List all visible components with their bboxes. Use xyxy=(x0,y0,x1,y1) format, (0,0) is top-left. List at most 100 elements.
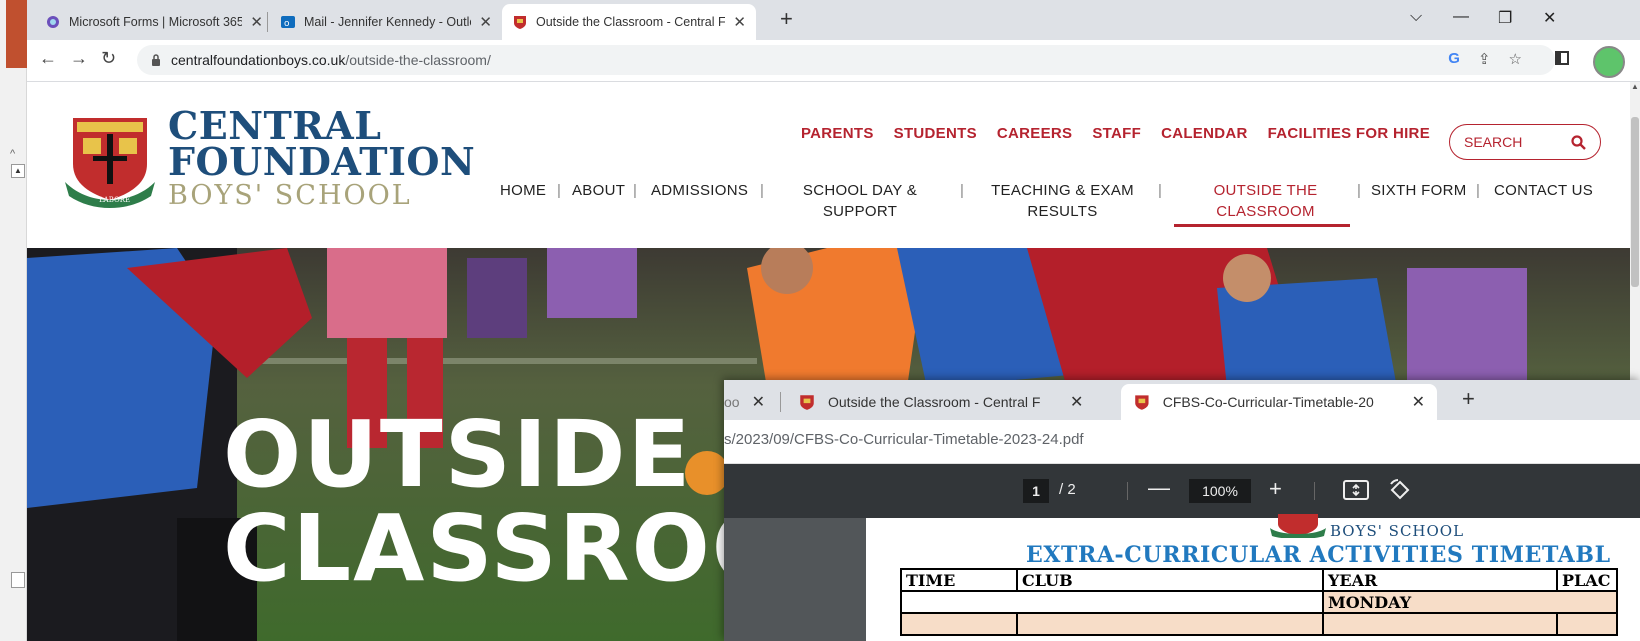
svg-text:LABORE: LABORE xyxy=(99,196,130,204)
nav-calendar[interactable]: CALENDAR xyxy=(1161,125,1248,142)
nav-contact-us[interactable]: CONTACT US xyxy=(1494,180,1593,201)
background-app-strip: ^ ▲ xyxy=(0,0,27,641)
school-crest-logo[interactable]: LABORE xyxy=(63,110,157,210)
nav-line: SUPPORT xyxy=(822,203,898,220)
table-cell xyxy=(1016,612,1324,636)
close-icon[interactable]: ✕ xyxy=(479,13,492,31)
pdf-heading: EXTRA-CURRICULAR ACTIVITIES TIMETABL xyxy=(1026,542,1611,568)
tab-partial[interactable]: oo ✕ xyxy=(724,384,776,420)
outlook-icon: o xyxy=(281,16,295,29)
day-spacer xyxy=(900,590,1323,614)
pdf-page: BOYS' SCHOOL EXTRA-CURRICULAR ACTIVITIES… xyxy=(866,514,1640,641)
table-header-row: TIME CLUB YEAR PLAC xyxy=(900,568,1618,592)
nav-sixth-form[interactable]: SIXTH FORM xyxy=(1371,180,1467,201)
site-search[interactable]: SEARCH xyxy=(1449,124,1601,160)
school-crest-icon xyxy=(800,395,814,410)
pdf-school-name: BOYS' SCHOOL xyxy=(1330,522,1465,540)
svg-text:o: o xyxy=(284,19,290,29)
tab-timetable-pdf[interactable]: CFBS-Co-Curricular-Timetable-20 ✕ xyxy=(1121,384,1437,420)
close-icon[interactable]: ✕ xyxy=(1412,392,1425,412)
tab-outlook-mail[interactable]: o Mail - Jennifer Kennedy - Outloo ✕ xyxy=(270,4,502,40)
forward-arrow-icon[interactable]: → xyxy=(70,48,88,69)
nav-divider: | xyxy=(1476,182,1481,199)
new-tab-button[interactable]: + xyxy=(1462,386,1475,412)
nav-line: CLASSROOM xyxy=(1216,203,1315,220)
nav-divider: | xyxy=(1158,182,1163,199)
header-club: CLUB xyxy=(1016,568,1324,592)
search-icon[interactable] xyxy=(1571,134,1586,150)
zoom-out-icon[interactable]: — xyxy=(1148,475,1170,501)
tab-outside-classroom[interactable]: Outside the Classroom - Central F ✕ xyxy=(786,384,1104,420)
nav-careers[interactable]: CAREERS xyxy=(997,125,1072,142)
zoom-in-icon[interactable]: + xyxy=(1269,476,1282,502)
search-label: SEARCH xyxy=(1464,134,1523,150)
share-icon[interactable]: ⇪ xyxy=(1478,50,1491,68)
nav-divider: | xyxy=(633,182,638,199)
collapse-caret-icon[interactable]: ^ xyxy=(10,148,15,160)
school-name-logo[interactable]: CENTRAL FOUNDATION BOYS' SCHOOL xyxy=(168,107,475,212)
close-icon[interactable]: ✕ xyxy=(1070,392,1083,412)
top-nav: PARENTS STUDENTS CAREERS STAFF CALENDAR … xyxy=(801,125,1430,142)
browser-tab-bar: Microsoft Forms | Microsoft 365 ✕ o Mail… xyxy=(27,0,1640,40)
nav-outside-the-classroom[interactable]: OUTSIDE THE CLASSROOM xyxy=(1205,180,1326,222)
tab-title: Mail - Jennifer Kennedy - Outloo xyxy=(304,15,472,29)
side-panel-icon[interactable] xyxy=(1555,51,1569,65)
tab-search-chevron-icon[interactable]: ⌵ xyxy=(1410,8,1422,26)
toolbar-divider xyxy=(1127,482,1128,500)
zoom-level-input[interactable]: 100% xyxy=(1189,479,1251,503)
restore-button[interactable]: ❐ xyxy=(1498,8,1512,28)
close-window-button[interactable]: ✕ xyxy=(1543,8,1556,28)
fit-to-page-icon[interactable] xyxy=(1343,480,1369,500)
tab-divider xyxy=(267,12,268,32)
url-host: centralfoundationboys.co.uk xyxy=(171,52,346,68)
nav-school-day-support[interactable]: SCHOOL DAY & SUPPORT xyxy=(797,180,923,222)
tab-divider xyxy=(780,392,781,412)
pdf-url-bar[interactable]: s/2023/09/CFBS-Co-Curricular-Timetable-2… xyxy=(724,420,1640,464)
nav-parents[interactable]: PARENTS xyxy=(801,125,874,142)
close-icon[interactable]: ✕ xyxy=(250,13,263,31)
reload-icon[interactable]: ↻ xyxy=(101,48,116,69)
pdf-crest-logo xyxy=(1270,514,1326,538)
back-arrow-icon[interactable]: ← xyxy=(39,48,57,69)
omnibox-actions: G ⇪ ☆ xyxy=(1448,50,1522,68)
nav-about[interactable]: ABOUT xyxy=(572,180,625,201)
address-toolbar: ← → ↻ centralfoundationboys.co.uk/outsid… xyxy=(27,40,1640,82)
scroll-up-button[interactable]: ▲ xyxy=(11,164,25,178)
app-accent xyxy=(6,0,27,68)
tab-microsoft-forms[interactable]: Microsoft Forms | Microsoft 365 ✕ xyxy=(35,4,273,40)
nav-divider: | xyxy=(1357,182,1362,199)
tab-title: Microsoft Forms | Microsoft 365 xyxy=(69,15,243,29)
close-icon[interactable]: ✕ xyxy=(733,13,746,31)
table-cell xyxy=(900,612,1018,636)
new-tab-button[interactable]: + xyxy=(780,6,793,32)
nav-home[interactable]: HOME xyxy=(500,180,546,201)
minimize-button[interactable]: — xyxy=(1453,8,1469,26)
school-crest-icon xyxy=(514,16,526,29)
table-cell xyxy=(1322,612,1558,636)
checkbox[interactable] xyxy=(11,572,25,588)
pdf-toolbar: 1 / 2 — 100% + xyxy=(724,464,1640,518)
nav-staff[interactable]: STAFF xyxy=(1092,125,1141,142)
scrollbar-thumb[interactable] xyxy=(1631,117,1639,287)
tab-title: oo xyxy=(724,394,740,410)
google-lens-icon[interactable]: G xyxy=(1448,50,1460,68)
bookmark-star-icon[interactable]: ☆ xyxy=(1509,50,1522,68)
rotate-icon[interactable] xyxy=(1388,478,1412,502)
logo-line-boys-school: BOYS' SCHOOL xyxy=(168,180,412,211)
scroll-up-arrow-icon[interactable]: ▲ xyxy=(1631,82,1639,91)
tab-outside-classroom[interactable]: Outside the Classroom - Central F ✕ xyxy=(502,4,756,40)
nav-students[interactable]: STUDENTS xyxy=(894,125,977,142)
header-year: YEAR xyxy=(1322,568,1558,592)
profile-avatar[interactable] xyxy=(1593,46,1625,78)
lock-icon[interactable] xyxy=(151,54,161,66)
nav-facilities-for-hire[interactable]: FACILITIES FOR HIRE xyxy=(1268,125,1430,142)
nav-teaching-exam-results[interactable]: TEACHING & EXAM RESULTS xyxy=(985,180,1140,222)
tab-title: Outside the Classroom - Central F xyxy=(536,15,726,29)
url-bar[interactable]: centralfoundationboys.co.uk/outside-the-… xyxy=(137,45,1555,75)
tab-title: CFBS-Co-Curricular-Timetable-20 xyxy=(1162,394,1374,410)
nav-admissions[interactable]: ADMISSIONS xyxy=(651,180,748,201)
page-total: / 2 xyxy=(1059,481,1076,498)
nav-line: TEACHING & EXAM xyxy=(991,182,1134,199)
close-icon[interactable]: ✕ xyxy=(752,392,765,412)
page-number-input[interactable]: 1 xyxy=(1023,479,1049,503)
